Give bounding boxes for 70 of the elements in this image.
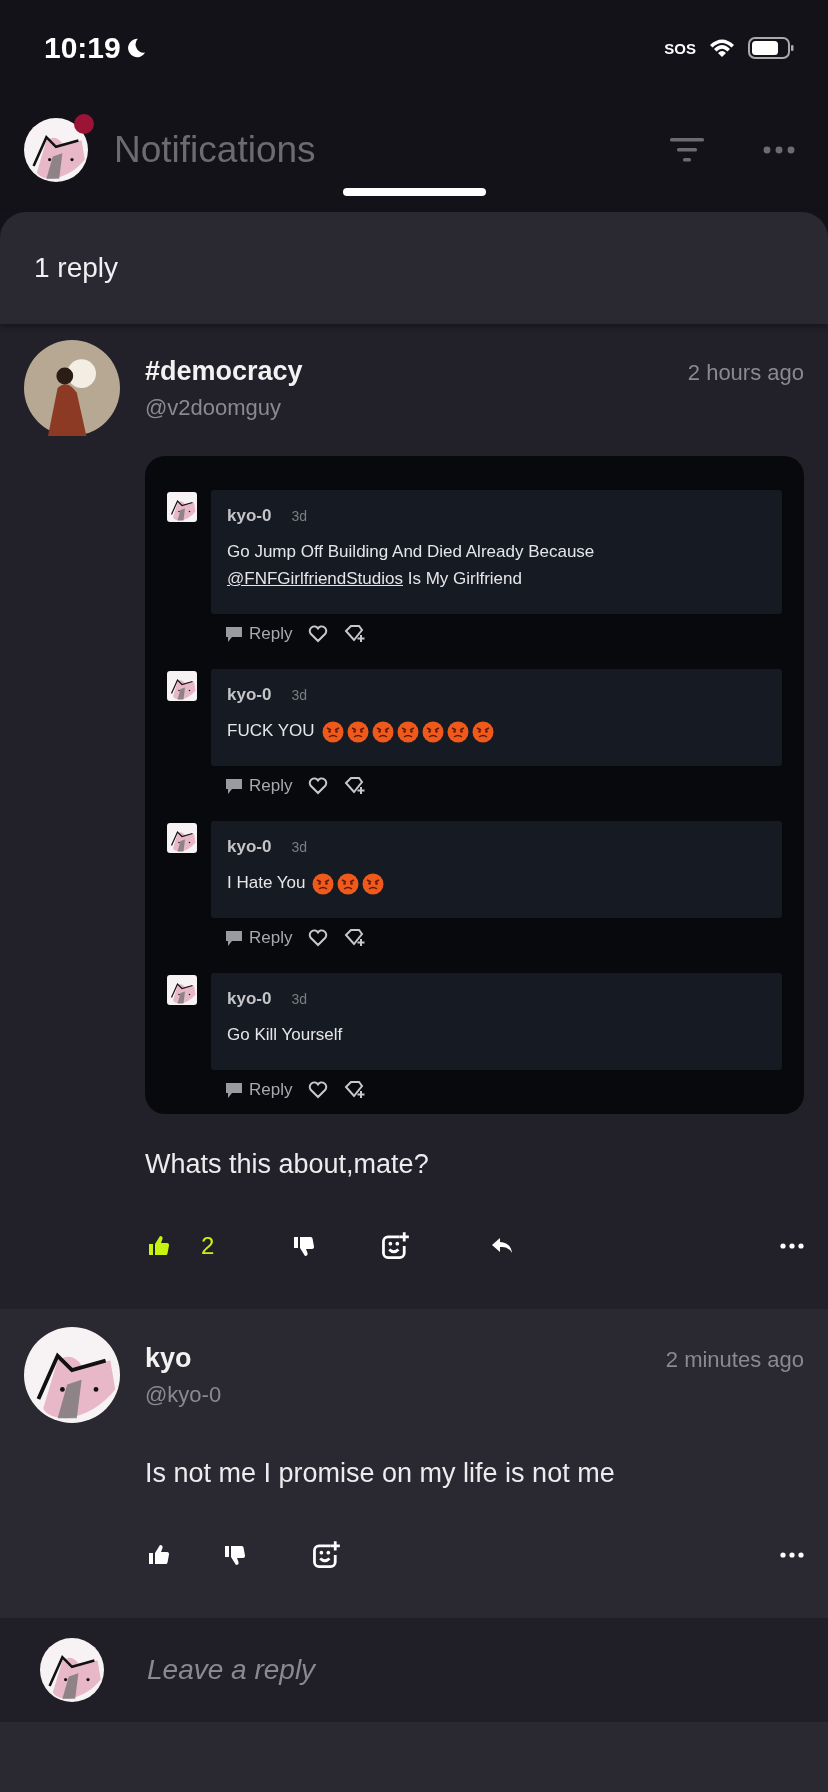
tag-plus-icon[interactable] <box>344 624 367 644</box>
comment-age: 3d <box>291 839 307 855</box>
angry-face-icon <box>421 720 444 743</box>
sheet-handle[interactable] <box>343 188 486 196</box>
reply-count: 1 reply <box>34 252 119 284</box>
comment-text: Go Kill Yourself <box>227 1024 343 1046</box>
avatar-icon <box>24 1327 120 1423</box>
angry-face-icon <box>312 872 335 895</box>
comment-age: 3d <box>291 508 307 524</box>
tag-plus-icon[interactable] <box>344 776 367 796</box>
post-text: Whats this about,mate? <box>145 1148 430 1181</box>
angry-face-icon <box>446 720 469 743</box>
comment-age: 3d <box>291 687 307 703</box>
avatar-icon <box>167 823 197 853</box>
heart-icon[interactable] <box>308 625 329 643</box>
angry-face-icon <box>362 872 385 895</box>
comment-text: I Hate You <box>227 872 306 894</box>
clock: 10:19 <box>44 31 121 65</box>
heart-icon[interactable] <box>308 1081 329 1099</box>
comment-author: kyo-0 <box>227 506 272 526</box>
avatar-icon <box>167 671 197 701</box>
reply-link[interactable]: Reply <box>225 624 293 644</box>
angry-face-icon <box>471 720 494 743</box>
comment-author: kyo-0 <box>227 837 272 857</box>
reply-link[interactable]: Reply <box>225 1080 293 1100</box>
page-title: Notifications <box>114 129 316 171</box>
angry-face-icon <box>396 720 419 743</box>
comment-age: 3d <box>291 991 307 1007</box>
reply-link[interactable]: Reply <box>225 776 293 796</box>
reply-field[interactable]: Leave a reply <box>145 1653 828 1687</box>
avatar-icon <box>24 340 120 436</box>
filter-icon[interactable] <box>670 138 704 162</box>
like-count: 2 <box>201 1232 215 1260</box>
comment-icon <box>225 1081 243 1099</box>
timestamp: 2 hours ago <box>687 359 804 386</box>
user-name: kyo <box>145 1343 193 1374</box>
avatar-icon <box>24 118 88 182</box>
heart-icon[interactable] <box>308 929 329 947</box>
mention-link[interactable]: @FNFGirlfriendStudios <box>227 569 403 588</box>
angry-face-icon <box>371 720 394 743</box>
tag-plus-icon[interactable] <box>344 1080 367 1100</box>
more-icon[interactable] <box>780 1243 804 1249</box>
timestamp: 2 minutes ago <box>665 1346 804 1373</box>
add-emoji-icon[interactable] <box>380 1231 410 1261</box>
avatar-icon <box>167 492 197 522</box>
comment-author: kyo-0 <box>227 989 272 1009</box>
tag-plus-icon[interactable] <box>344 928 367 948</box>
more-icon[interactable] <box>780 1552 804 1558</box>
angry-face-icon <box>346 720 369 743</box>
comment-icon <box>225 929 243 947</box>
comment-icon <box>225 777 243 795</box>
comment-text: FUCK YOU <box>227 720 315 742</box>
battery-icon <box>748 37 794 59</box>
user-handle: @kyo-0 <box>145 1382 223 1408</box>
reply-link[interactable]: Reply <box>225 928 293 948</box>
comment-author: kyo-0 <box>227 685 272 705</box>
user-handle: @v2doomguy <box>145 395 283 421</box>
avatar-icon <box>40 1638 104 1702</box>
wifi-icon <box>708 37 736 59</box>
comment-icon <box>225 625 243 643</box>
avatar-icon <box>167 975 197 1005</box>
angry-face-icon <box>321 720 344 743</box>
sos-label: SOS <box>664 39 696 57</box>
add-emoji-icon[interactable] <box>311 1540 341 1570</box>
heart-icon[interactable] <box>308 777 329 795</box>
angry-face-icon <box>337 872 360 895</box>
user-name: #democracy <box>145 356 304 387</box>
reply-text: Is not me I promise on my life is not me <box>145 1457 616 1490</box>
comment-text: Go Jump Off Building And Died Already Because @FNFGirlfriendStudios Is My Girlfriend <box>227 541 596 590</box>
reply-bar[interactable]: Leave a reply <box>0 1618 828 1722</box>
